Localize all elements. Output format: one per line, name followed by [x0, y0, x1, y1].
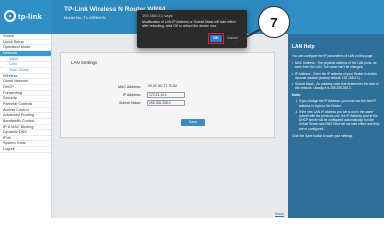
tp-link-logo[interactable]: tp-link [4, 7, 42, 25]
help-bullets: MAC Address - The physical address of th… [292, 61, 380, 90]
sidebar-item-logout[interactable]: Logout [0, 147, 51, 153]
tp-link-logo-icon [4, 10, 16, 22]
logo-text: tp-link [18, 11, 42, 21]
help-title: LAN Help [292, 44, 315, 50]
help-note-1: If you change the IP Address, you must u… [299, 99, 380, 107]
help-footer: Click the Save button to save your setti… [292, 133, 354, 138]
dialog-message: Modification of LAN IP Address or Subnet… [142, 20, 236, 29]
dialog-header: 192.168.0.1 says [142, 13, 173, 18]
ok-button-highlight [208, 33, 224, 44]
sidebar-menu: Status Quick Setup Operation Mode Networ… [0, 34, 52, 218]
router-admin-page: tp-link TP-Link Wireless N Router WR84 M… [0, 0, 384, 218]
help-note-title: Note: [292, 93, 302, 98]
help-bullet-subnet: Subnet Mask - An address code that deter… [292, 82, 380, 90]
help-note-2: If the new LAN IP address you set is not… [299, 110, 380, 131]
help-bullet-ip: IP Address - Enter the IP address of you… [292, 72, 380, 80]
help-bullet-mac: MAC Address - The physical address of th… [292, 61, 380, 69]
help-panel: LAN Help You can configure the IP parame… [288, 34, 384, 218]
help-intro: You can configure the IP parameters of L… [292, 54, 374, 58]
help-notes: If you change the IP Address, you must u… [296, 99, 380, 130]
step-number-badge: 7 [258, 6, 290, 38]
